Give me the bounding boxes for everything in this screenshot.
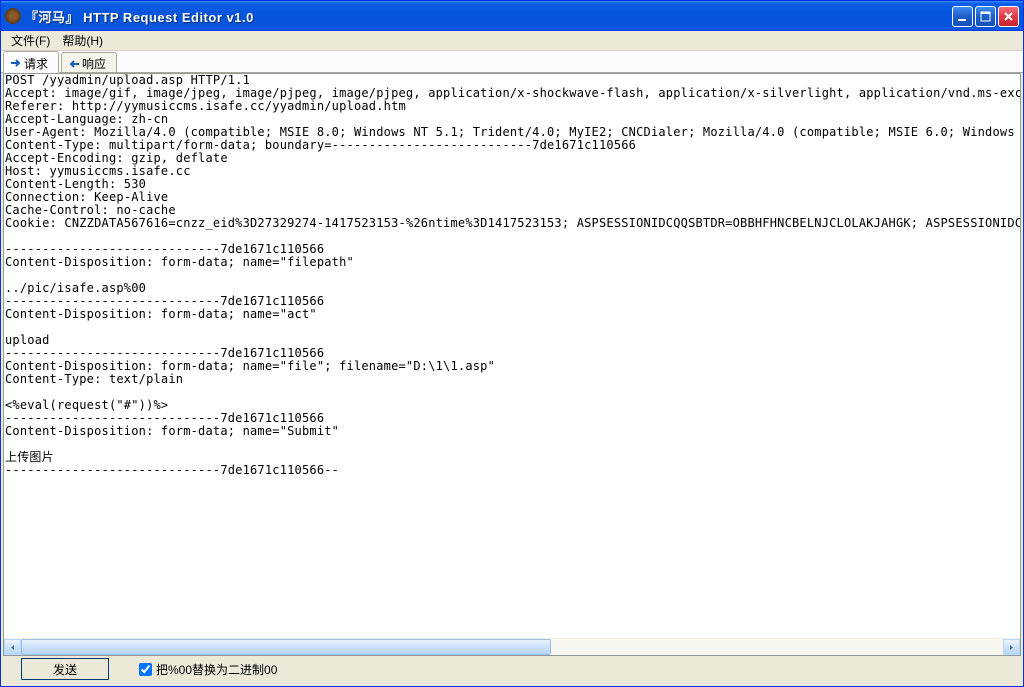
scroll-right-button[interactable] xyxy=(1003,639,1020,656)
minimize-icon xyxy=(956,10,969,23)
window-controls xyxy=(952,6,1019,27)
tab-request[interactable]: 请求 xyxy=(3,51,59,73)
tab-response-label: 响应 xyxy=(82,55,106,72)
content-area xyxy=(3,73,1021,656)
menu-help[interactable]: 帮助(H) xyxy=(56,30,109,51)
app-window: 『河马』 HTTP Request Editor v1.0 文件(F) 帮助(H… xyxy=(0,0,1024,687)
horizontal-scrollbar[interactable] xyxy=(4,638,1020,655)
tab-request-label: 请求 xyxy=(24,55,48,72)
titlebar[interactable]: 『河马』 HTTP Request Editor v1.0 xyxy=(1,1,1023,31)
tabs: 请求 响应 xyxy=(1,51,1023,73)
app-icon xyxy=(5,8,21,24)
arrow-right-icon xyxy=(10,57,22,69)
scroll-track[interactable] xyxy=(21,639,1003,655)
textarea-wrap xyxy=(4,74,1020,638)
replace-checkbox[interactable] xyxy=(139,663,152,676)
send-button[interactable]: 发送 xyxy=(21,658,109,680)
scroll-thumb[interactable] xyxy=(21,639,551,655)
minimize-button[interactable] xyxy=(952,6,973,27)
close-icon xyxy=(1002,10,1015,23)
close-button[interactable] xyxy=(998,6,1019,27)
request-textarea[interactable] xyxy=(4,74,1020,638)
chevron-left-icon xyxy=(9,644,16,651)
maximize-icon xyxy=(979,10,992,23)
maximize-button[interactable] xyxy=(975,6,996,27)
tab-response[interactable]: 响应 xyxy=(61,52,117,72)
menubar: 文件(F) 帮助(H) xyxy=(1,31,1023,51)
replace-checkbox-label: 把%00替换为二进制00 xyxy=(156,661,277,678)
arrow-left-icon xyxy=(68,58,80,70)
chevron-right-icon xyxy=(1008,644,1015,651)
replace-checkbox-wrap[interactable]: 把%00替换为二进制00 xyxy=(139,661,277,678)
bottom-bar: 发送 把%00替换为二进制00 xyxy=(1,656,1023,686)
menu-file[interactable]: 文件(F) xyxy=(5,30,56,51)
window-title: 『河马』 HTTP Request Editor v1.0 xyxy=(25,7,952,26)
scroll-left-button[interactable] xyxy=(4,639,21,656)
